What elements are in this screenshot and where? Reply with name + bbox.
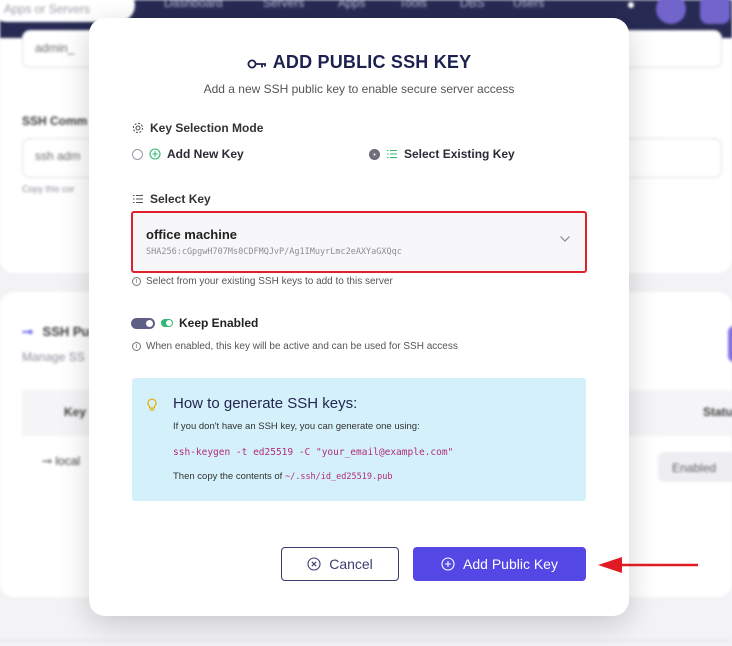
info-icon: i	[132, 342, 141, 351]
keygen-command: ssh-keygen -t ed25519 -C "your_email@exa…	[173, 447, 454, 458]
bulb-icon	[147, 398, 157, 411]
modal-title: ADD PUBLIC SSH KEY	[89, 52, 629, 75]
plus-circle-icon	[149, 148, 161, 160]
modal-subtitle: Add a new SSH public key to enable secur…	[203, 82, 515, 96]
ssh-key-select[interactable]: office machine SHA256:cGpgwH707Ms0CDFMQJ…	[131, 211, 587, 273]
radio-add-new[interactable]	[132, 148, 143, 160]
list-icon	[387, 149, 397, 159]
info-icon: i	[132, 277, 141, 286]
x-circle-icon	[307, 557, 321, 571]
how-to-intro: If you don't have an SSH key, you can ge…	[173, 421, 420, 432]
add-public-key-button[interactable]: Add Public Key	[413, 547, 586, 581]
add-ssh-key-modal: ADD PUBLIC SSH KEY Add a new SSH public …	[89, 18, 629, 616]
how-to-then: Then copy the contents of ~/.ssh/id_ed25…	[173, 471, 393, 482]
key-selection-mode-label: Key Selection Mode	[132, 121, 263, 135]
option-add-new-key[interactable]: Add New Key	[132, 147, 244, 161]
how-to-generate-panel: How to generate SSH keys: If you don't h…	[132, 378, 586, 501]
gear-icon	[132, 122, 144, 134]
keep-enabled-label: Keep Enabled	[161, 316, 258, 330]
select-key-label: Select Key	[132, 192, 211, 206]
option-select-existing-key[interactable]: Select Existing Key	[369, 147, 515, 161]
keep-enabled-switch[interactable]	[131, 318, 155, 329]
arrow-left-icon	[598, 557, 698, 573]
toggle-on-icon	[161, 319, 173, 327]
key-icon	[247, 54, 267, 75]
pubkey-path: ~/.ssh/id_ed25519.pub	[284, 472, 393, 482]
radio-select-existing[interactable]	[369, 148, 380, 160]
how-to-title: How to generate SSH keys:	[173, 395, 358, 412]
chevron-down-icon[interactable]	[559, 235, 571, 243]
select-key-hint: i Select from your existing SSH keys to …	[132, 276, 393, 287]
plus-circle-icon	[441, 557, 455, 571]
selected-key-fingerprint: SHA256:cGpgwH707Ms0CDFMQJvP/Ag1IMuyrLmc2…	[146, 247, 402, 257]
list-icon	[133, 194, 143, 204]
keep-enabled-hint: i When enabled, this key will be active …	[132, 341, 458, 352]
selected-key-name: office machine	[146, 227, 238, 242]
cancel-button[interactable]: Cancel	[281, 547, 399, 581]
